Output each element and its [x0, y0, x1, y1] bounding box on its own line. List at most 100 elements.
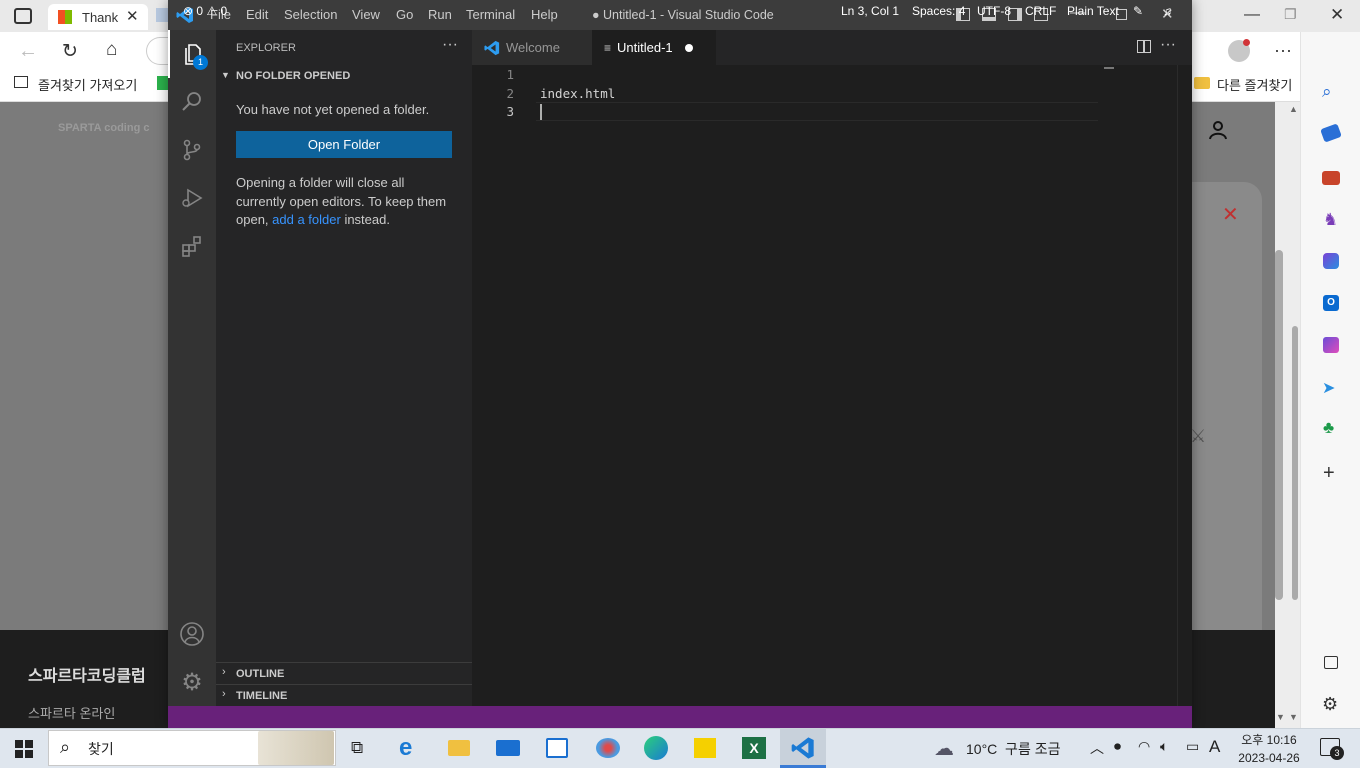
- browser-tab-label: Thank: [82, 10, 119, 25]
- outlook-icon[interactable]: O: [1323, 295, 1339, 311]
- mail-icon[interactable]: [496, 740, 520, 756]
- close-tab-icon[interactable]: ✕: [126, 7, 139, 25]
- show-hidden-icons[interactable]: ︿: [1090, 738, 1104, 758]
- scroll-down-icon-left[interactable]: ▼: [1276, 712, 1285, 722]
- tab-welcome[interactable]: Welcome: [472, 30, 592, 65]
- add-sidebar-icon[interactable]: +: [1323, 462, 1335, 485]
- scroll-down-icon[interactable]: ▼: [1289, 712, 1298, 722]
- menu-go[interactable]: Go: [396, 7, 413, 22]
- explorer-files-icon[interactable]: [168, 30, 216, 78]
- modal-close-icon[interactable]: ✕: [1222, 202, 1239, 227]
- editor-area[interactable]: [472, 65, 1192, 706]
- user-icon[interactable]: [1208, 120, 1228, 140]
- search-icon[interactable]: [168, 78, 216, 126]
- tools-briefcase-icon[interactable]: [1322, 171, 1340, 185]
- weather-status[interactable]: 10°C 구름 조금: [966, 739, 1060, 759]
- extensions-icon[interactable]: [168, 222, 216, 270]
- source-control-icon[interactable]: [168, 126, 216, 174]
- minimize-browser-icon[interactable]: —: [1244, 6, 1260, 24]
- sticky-notes-icon[interactable]: [694, 738, 716, 758]
- menu-selection[interactable]: Selection: [284, 7, 337, 22]
- more-options-icon[interactable]: ···: [1274, 40, 1292, 61]
- manage-gear-icon[interactable]: ⚙: [168, 658, 216, 706]
- clock-date: 2023-04-26: [1238, 751, 1300, 765]
- other-favorites-link[interactable]: 다른 즐겨찾기: [1217, 75, 1292, 94]
- profile-notification-dot: [1243, 39, 1250, 46]
- explorer-more-icon[interactable]: ···: [442, 36, 458, 54]
- send-plane-icon[interactable]: ➤: [1322, 378, 1335, 398]
- battery-icon[interactable]: ▭: [1186, 738, 1199, 755]
- eol-status[interactable]: CRLF: [1025, 4, 1056, 18]
- input-method-indicator[interactable]: A: [1209, 737, 1220, 757]
- timeline-section[interactable]: TIMELINE: [236, 690, 287, 702]
- outline-chevron-icon[interactable]: ›: [222, 666, 226, 678]
- weather-cloud-icon[interactable]: ☁: [934, 736, 954, 761]
- green-favicon[interactable]: [157, 76, 168, 90]
- editor-more-icon[interactable]: ···: [1160, 36, 1176, 54]
- edge-browser-icon[interactable]: [644, 736, 668, 760]
- cursor-position[interactable]: Ln 3, Col 1: [841, 4, 899, 18]
- search-magnifier-icon: ⌕: [60, 737, 71, 757]
- volume-icon[interactable]: 🔈︎: [1160, 738, 1168, 755]
- games-chess-icon[interactable]: ♞: [1323, 210, 1338, 230]
- windows-start-icon[interactable]: [15, 740, 33, 758]
- line-number: 1: [506, 67, 514, 82]
- minimap-slice[interactable]: [1104, 67, 1114, 69]
- paint-icon[interactable]: [596, 738, 620, 758]
- outline-divider: [216, 662, 472, 663]
- task-view-icon[interactable]: ⧉: [351, 738, 363, 758]
- favorites-import-link[interactable]: 즐겨찾기 가져오기: [38, 75, 137, 94]
- scroll-up-icon[interactable]: ▲: [1289, 104, 1298, 114]
- language-mode[interactable]: Plain Text: [1067, 4, 1119, 18]
- no-folder-section-header[interactable]: NO FOLDER OPENED: [236, 70, 350, 82]
- clock-area[interactable]: 오후 10:16 2023-04-26: [1232, 730, 1306, 766]
- network-wifi-icon[interactable]: ◠: [1138, 738, 1150, 755]
- search-sidebar-icon[interactable]: ⌕: [1322, 82, 1332, 102]
- tree-icon[interactable]: ♣: [1323, 418, 1334, 438]
- menu-edit[interactable]: Edit: [246, 7, 268, 22]
- outline-section[interactable]: OUTLINE: [236, 668, 284, 680]
- tab-untitled-1[interactable]: ≡ Untitled-1: [592, 30, 716, 65]
- import-favorites-icon: [14, 76, 28, 88]
- open-folder-button[interactable]: Open Folder: [236, 131, 452, 158]
- unsaved-dot-icon[interactable]: [684, 43, 693, 52]
- store-icon[interactable]: [546, 738, 568, 758]
- footer-site-sub[interactable]: 스파르타 온라인: [28, 703, 115, 722]
- excel-icon[interactable]: X: [742, 737, 766, 759]
- menu-view[interactable]: View: [352, 7, 380, 22]
- encoding-status[interactable]: UTF-8: [977, 4, 1011, 18]
- chevron-down-icon[interactable]: ▼: [221, 70, 230, 80]
- scroll-thumb-secondary[interactable]: [1292, 326, 1298, 600]
- indentation-status[interactable]: Spaces: 4: [912, 4, 965, 18]
- run-debug-icon[interactable]: [168, 174, 216, 222]
- search-highlight-owls: [258, 731, 334, 765]
- refresh-icon[interactable]: ↻: [62, 40, 78, 63]
- split-screen-icon[interactable]: [1324, 656, 1338, 669]
- menu-terminal[interactable]: Terminal: [466, 7, 515, 22]
- internet-explorer-icon[interactable]: e: [399, 734, 412, 762]
- scroll-thumb[interactable]: [1275, 250, 1283, 600]
- menu-help[interactable]: Help: [531, 7, 558, 22]
- notifications-bell-icon[interactable]: ♫: [1163, 4, 1172, 18]
- home-icon[interactable]: ⌂: [106, 39, 117, 61]
- feedback-icon[interactable]: ✎: [1133, 4, 1143, 18]
- browser-tab[interactable]: Thank ✕: [48, 4, 148, 30]
- problems-status[interactable]: ⊗ 0 ⚠ 0: [183, 4, 227, 18]
- add-folder-link[interactable]: add a folder: [272, 212, 341, 227]
- microsoft365-icon[interactable]: [1323, 253, 1339, 269]
- designer-icon[interactable]: [1323, 337, 1339, 353]
- tab-actions-icon[interactable]: [14, 8, 32, 24]
- restore-browser-icon[interactable]: ❐: [1284, 6, 1297, 23]
- menu-run[interactable]: Run: [428, 7, 452, 22]
- accounts-icon[interactable]: [168, 610, 216, 658]
- second-tab-favicon[interactable]: [156, 8, 168, 22]
- sidebar-settings-icon[interactable]: ⚙: [1322, 694, 1338, 715]
- close-browser-icon[interactable]: ✕: [1330, 5, 1344, 25]
- line-number: 2: [506, 86, 514, 101]
- folder-icon: [1194, 77, 1210, 89]
- meet-now-icon[interactable]: ⏺: [1114, 738, 1121, 755]
- code-line[interactable]: index.html: [540, 86, 615, 101]
- timeline-chevron-icon[interactable]: ›: [222, 688, 226, 700]
- file-explorer-icon[interactable]: [448, 740, 470, 756]
- back-icon[interactable]: ←: [18, 40, 38, 63]
